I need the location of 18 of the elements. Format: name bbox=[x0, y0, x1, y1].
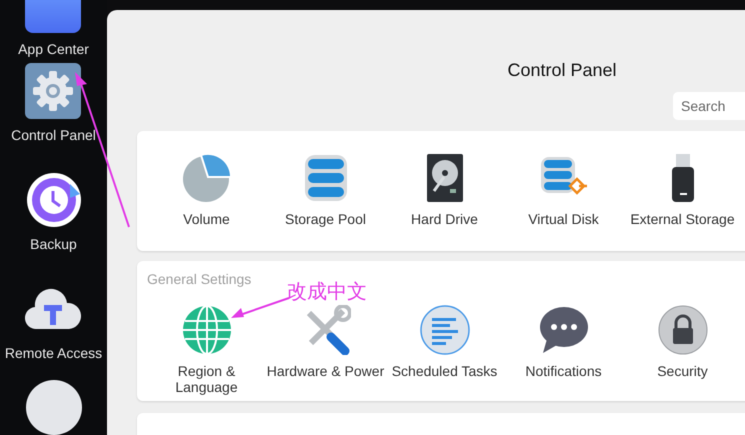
app-label[interactable]: App Center bbox=[18, 41, 89, 57]
app-label[interactable]: Remote Access bbox=[4, 344, 102, 360]
item-label[interactable]: Scheduled Tasks bbox=[392, 362, 498, 379]
section-heading: General Settings bbox=[147, 270, 252, 287]
item-label[interactable]: External Storage bbox=[630, 211, 735, 228]
item-label[interactable]: Security bbox=[657, 362, 708, 379]
window-title: Control Panel bbox=[506, 60, 618, 81]
item-label[interactable]: Storage Pool bbox=[285, 211, 366, 228]
app-label[interactable]: Control Panel bbox=[11, 127, 96, 144]
search-field[interactable]: Search bbox=[673, 92, 745, 120]
app-label[interactable]: Backup bbox=[30, 236, 77, 252]
item-label[interactable]: Volume bbox=[183, 211, 230, 228]
item-label[interactable]: Hardware & Power bbox=[266, 362, 384, 379]
annotation-text: 改成中文 bbox=[287, 278, 367, 305]
item-label[interactable]: Virtual Disk bbox=[528, 211, 599, 228]
item-label[interactable]: Region & Language bbox=[166, 362, 246, 395]
item-label[interactable]: Hard Drive bbox=[411, 211, 478, 228]
item-label[interactable]: Notifications bbox=[525, 362, 602, 379]
